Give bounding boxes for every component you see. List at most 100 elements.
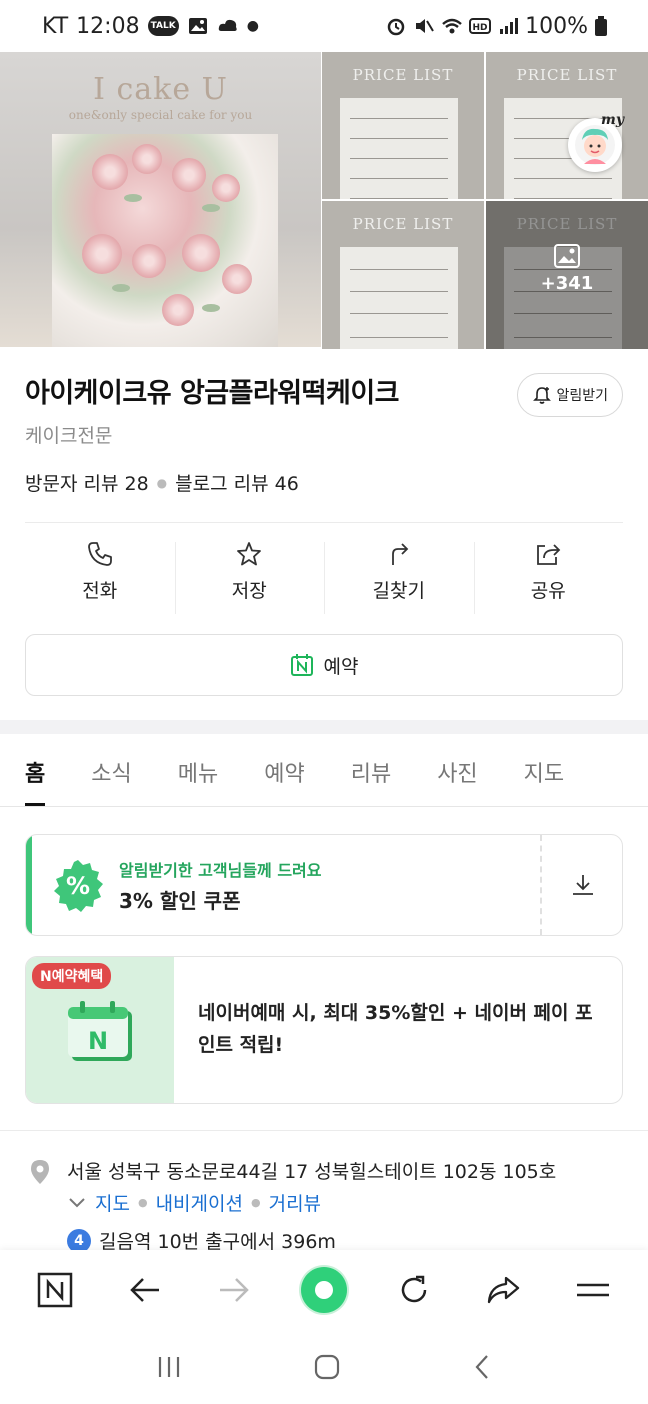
save-label: 저장 — [231, 580, 267, 602]
review-summary: 방문자 리뷰 28 ● 블로그 리뷰 46 — [25, 469, 299, 496]
naver-calendar-icon — [290, 654, 313, 676]
battery-icon — [595, 16, 607, 36]
action-bar: 전화 저장 길찾기 공유 — [25, 540, 623, 616]
forward-button[interactable] — [204, 1260, 264, 1320]
cake-image — [52, 134, 278, 347]
reload-button[interactable] — [384, 1260, 444, 1320]
battery-percent: 100% — [525, 13, 588, 39]
recent-apps-icon[interactable] — [155, 1354, 183, 1380]
tab-news[interactable]: 소식 — [91, 734, 131, 806]
price-list-photo[interactable]: PRICE LIST — [322, 201, 484, 349]
my-profile-button[interactable]: my — [568, 112, 624, 172]
reload-icon — [401, 1275, 426, 1303]
hamburger-icon — [577, 1283, 610, 1297]
back-button[interactable] — [115, 1260, 175, 1320]
green-dot-icon — [300, 1267, 347, 1313]
green-dot-button[interactable] — [294, 1260, 354, 1320]
share-label: 공유 — [530, 580, 566, 602]
blog-review-link[interactable]: 블로그 리뷰 46 — [175, 469, 299, 496]
tab-review[interactable]: 리뷰 — [351, 734, 391, 806]
mute-icon — [416, 19, 434, 33]
directions-label: 길찾기 — [372, 580, 425, 602]
percent-badge-icon: % — [54, 860, 103, 912]
navigation-link[interactable]: 내비게이션 — [156, 1189, 243, 1216]
promo-tag: N예약혜택 — [32, 963, 112, 989]
coupon-title: 3% 할인 쿠폰 — [119, 889, 241, 913]
share-icon — [537, 544, 561, 565]
location-pin-icon — [31, 1160, 49, 1184]
reserve-label: 예약 — [323, 655, 359, 678]
naver-n-icon — [37, 1272, 73, 1308]
back-nav-icon[interactable] — [471, 1353, 493, 1381]
signal-icon — [500, 18, 519, 34]
address-links: 지도 ● 내비게이션 ● 거리뷰 — [67, 1189, 321, 1216]
place-category: 케이크전문 — [25, 425, 113, 447]
share-page-button[interactable] — [473, 1260, 533, 1320]
call-button[interactable]: 전화 — [25, 540, 175, 616]
bell-plus-icon — [533, 387, 552, 404]
clock: 12:08 — [76, 13, 140, 39]
directions-icon — [391, 543, 409, 565]
place-tabs: 홈 소식 메뉴 예약 리뷰 사진 지도 — [0, 734, 648, 807]
divider — [0, 1130, 648, 1131]
promo-text: 네이버예매 시, 최대 35%할인 + 네이버 페이 포인트 적립! — [198, 1002, 593, 1056]
kakaotalk-icon: TALK — [147, 16, 179, 36]
notify-label: 알림받기 — [556, 388, 608, 404]
visitor-review-link[interactable]: 방문자 리뷰 28 — [25, 469, 149, 496]
tab-menu[interactable]: 메뉴 — [178, 734, 218, 806]
download-icon — [573, 875, 593, 895]
cloud-icon — [218, 19, 237, 31]
photo-gallery[interactable]: I cake U one&only special cake for you P… — [0, 52, 648, 349]
svg-text:%: % — [66, 872, 90, 900]
section-separator — [0, 720, 648, 734]
coupon-card[interactable]: % 알림받기한 고객님들께 드려요 3% 할인 쿠폰 — [25, 834, 623, 936]
notification-dot-icon: ● — [246, 18, 259, 34]
map-link[interactable]: 지도 — [95, 1189, 130, 1216]
more-photos-count: +341 — [540, 273, 594, 294]
svg-text:N: N — [88, 1027, 108, 1055]
tab-map[interactable]: 지도 — [524, 734, 564, 806]
menu-button[interactable] — [563, 1260, 623, 1320]
svg-text:HD: HD — [473, 23, 488, 33]
price-list-photo[interactable]: PRICE LIST — [322, 52, 484, 199]
reservation-promo-card[interactable]: N예약혜택 N 네이버예매 시, 최대 35%할인 + 네이버 페이 포인트 적… — [25, 956, 623, 1104]
tab-photo[interactable]: 사진 — [437, 734, 477, 806]
share-arrow-icon — [488, 1276, 520, 1304]
streetview-link[interactable]: 거리뷰 — [269, 1189, 321, 1216]
arrow-left-icon — [129, 1278, 159, 1302]
notify-button[interactable]: 알림받기 — [517, 373, 623, 417]
gallery-icon — [188, 18, 207, 34]
avatar-icon — [575, 125, 615, 165]
more-photos-tile[interactable]: PRICE LIST +341 — [486, 201, 648, 349]
call-label: 전화 — [82, 580, 118, 602]
arrow-right-icon — [220, 1278, 250, 1302]
alarm-icon — [387, 18, 405, 36]
my-label: my — [601, 112, 624, 128]
separator-dot: ● — [156, 475, 168, 490]
status-bar: KT 12:08 TALK ● HD 100% — [0, 0, 648, 52]
hd-icon: HD — [469, 18, 492, 34]
home-nav-icon[interactable] — [313, 1353, 341, 1381]
tab-home[interactable]: 홈 — [25, 734, 46, 806]
directions-button[interactable]: 길찾기 — [324, 540, 474, 616]
coupon-download-button[interactable] — [542, 835, 622, 935]
naver-calendar-illustration-icon: N — [68, 1001, 132, 1061]
naver-home-button[interactable] — [25, 1260, 85, 1320]
coupon-subtitle: 알림받기한 고객님들께 드려요 — [119, 861, 322, 880]
carrier-label: KT — [42, 13, 69, 39]
browser-toolbar — [0, 1250, 648, 1330]
chevron-down-icon[interactable] — [67, 1196, 87, 1210]
share-button[interactable]: 공유 — [473, 540, 624, 616]
star-icon — [237, 542, 262, 566]
brand-title: I cake U — [93, 72, 228, 107]
main-photo[interactable]: I cake U one&only special cake for you — [0, 52, 321, 347]
place-title: 아이케이크유 앙금플라워떡케이크 — [25, 378, 400, 409]
tab-reservation[interactable]: 예약 — [264, 734, 304, 806]
subway-line-badge: 4 — [67, 1228, 91, 1253]
divider — [25, 522, 623, 523]
image-icon — [554, 244, 580, 268]
save-button[interactable]: 저장 — [174, 540, 325, 616]
reserve-button[interactable]: 예약 — [25, 634, 623, 696]
phone-icon — [87, 542, 112, 566]
wifi-icon — [442, 18, 462, 34]
